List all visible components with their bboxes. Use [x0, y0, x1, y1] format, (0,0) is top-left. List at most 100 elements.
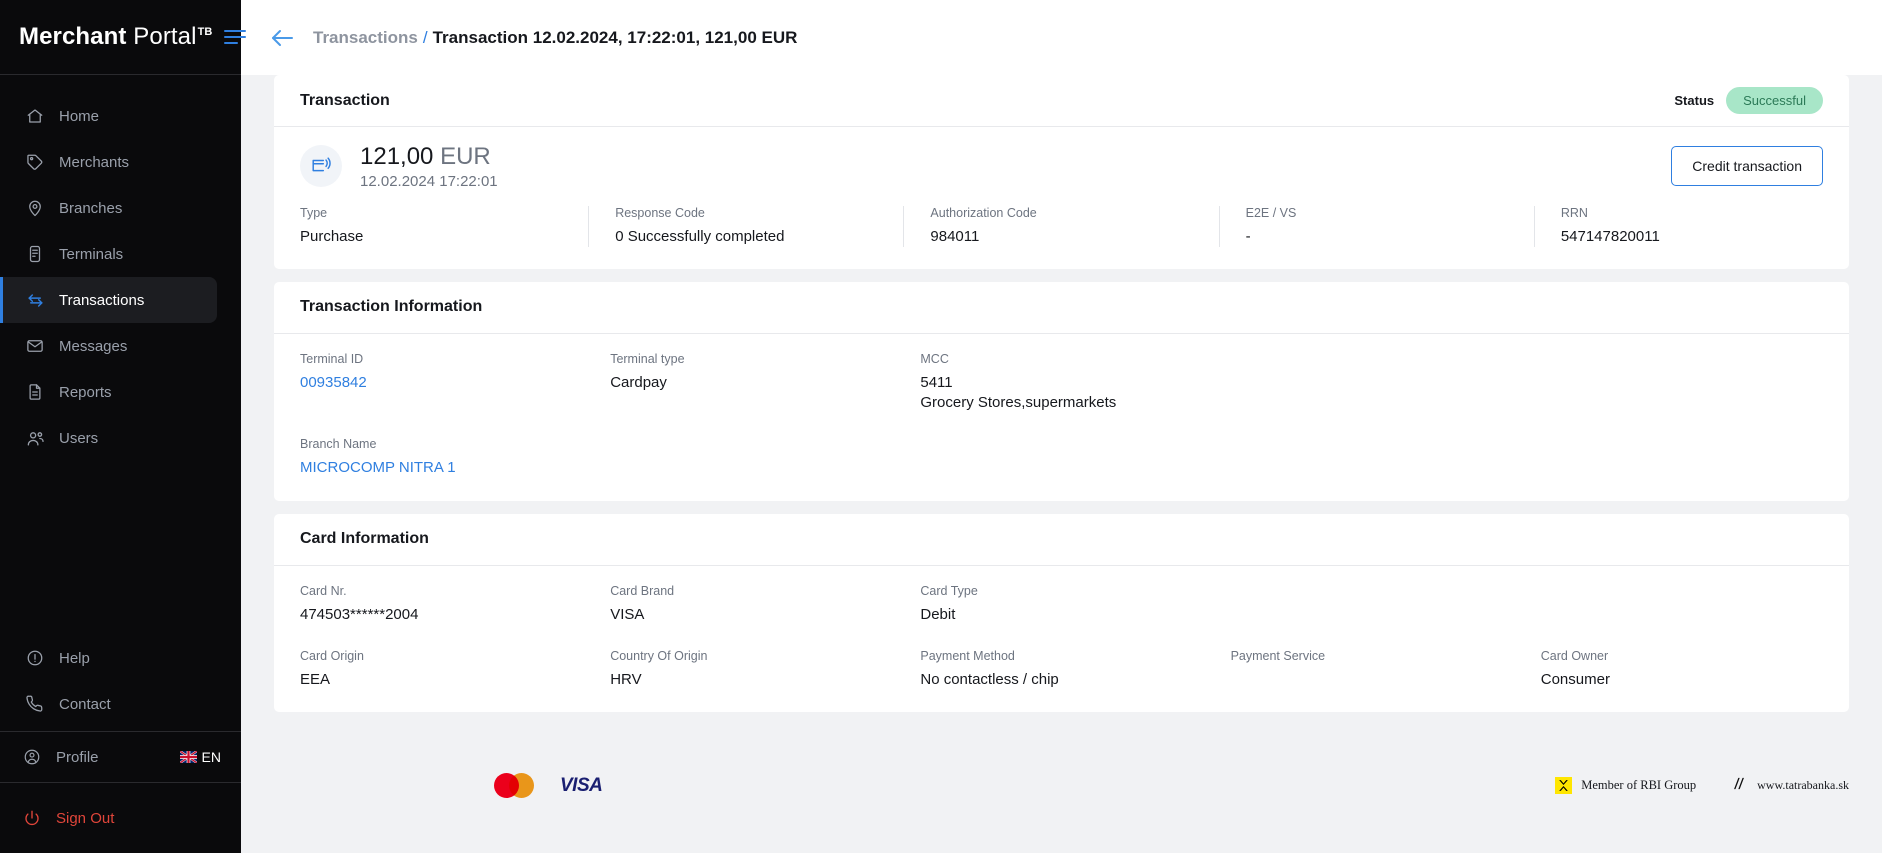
- sidebar-item-merchants[interactable]: Merchants: [0, 139, 217, 185]
- breadcrumb: Transactions/Transaction 12.02.2024, 17:…: [313, 28, 797, 48]
- transaction-information-header: Transaction Information: [274, 282, 1849, 334]
- tatrabanka-badge[interactable]: www.tatrabanka.sk: [1730, 775, 1849, 797]
- field-value[interactable]: 00935842: [300, 373, 582, 393]
- sidebar-item-label: Reports: [59, 384, 112, 401]
- hamburger-icon[interactable]: [224, 30, 246, 44]
- brand-trademark: TB: [198, 26, 213, 38]
- tatrabanka-logo-icon: [1730, 775, 1748, 797]
- sidebar-item-profile[interactable]: Profile EN: [0, 731, 241, 783]
- field-empty-4: [1527, 584, 1837, 625]
- sidebar-item-transactions[interactable]: Transactions: [0, 277, 217, 323]
- field-label: MCC: [920, 352, 1202, 366]
- card-title: Card Information: [300, 530, 429, 548]
- status-label: Status: [1674, 93, 1714, 108]
- home-icon: [25, 106, 45, 126]
- field-value: 547147820011: [1561, 227, 1823, 247]
- sidebar-item-messages[interactable]: Messages: [0, 323, 217, 369]
- tatrabanka-url: www.tatrabanka.sk: [1757, 778, 1849, 793]
- breadcrumb-parent[interactable]: Transactions: [313, 28, 418, 47]
- field-label: Card Origin: [300, 649, 582, 663]
- field-label: Terminal ID: [300, 352, 582, 366]
- field-card-type: Card Type Debit: [906, 584, 1216, 625]
- field-value: Purchase: [300, 227, 562, 247]
- transaction-card-header: Transaction Status Successful: [274, 75, 1849, 127]
- sidebar-nav: Home Merchants Branches Terminals: [0, 75, 241, 461]
- field-card-owner: Card Owner Consumer: [1527, 649, 1837, 690]
- field-value: No contactless / chip: [920, 670, 1202, 690]
- field-label: Card Type: [920, 584, 1202, 598]
- app-title: Merchant PortalTB: [19, 23, 212, 51]
- field-label: E2E / VS: [1246, 206, 1508, 220]
- sidebar-item-label: Contact: [59, 696, 111, 713]
- sidebar-item-label: Help: [59, 650, 90, 667]
- sidebar-item-label: Transactions: [59, 292, 144, 309]
- power-icon: [22, 809, 42, 827]
- brand-header: Merchant PortalTB: [0, 0, 241, 75]
- info-circle-icon: [25, 648, 45, 668]
- field-mcc: MCC 5411 Grocery Stores,supermarkets: [906, 352, 1216, 414]
- transaction-summary-row: 121,00 EUR 12.02.2024 17:22:01 Credit tr…: [274, 127, 1849, 200]
- terminal-device-icon: [25, 244, 45, 264]
- credit-transaction-button[interactable]: Credit transaction: [1671, 146, 1823, 186]
- field-terminal-id: Terminal ID 00935842: [286, 352, 596, 414]
- sidebar-item-users[interactable]: Users: [0, 415, 217, 461]
- field-e2e-vs: E2E / VS -: [1219, 206, 1534, 247]
- sidebar-item-label: Home: [59, 108, 99, 125]
- amount-line: 121,00 EUR: [360, 143, 498, 171]
- field-label: Card Brand: [610, 584, 892, 598]
- transactions-arrows-icon: [25, 290, 45, 310]
- sidebar-item-help[interactable]: Help: [0, 635, 217, 681]
- app-root: Merchant PortalTB Home Merchants: [0, 0, 1882, 853]
- field-value: [1231, 670, 1513, 690]
- field-rrn: RRN 547147820011: [1534, 206, 1849, 247]
- sidebar-item-reports[interactable]: Reports: [0, 369, 217, 415]
- field-value: Debit: [920, 605, 1202, 625]
- brand-normal: Portal: [127, 23, 197, 50]
- document-icon: [25, 382, 45, 402]
- field-payment-method: Payment Method No contactless / chip: [906, 649, 1216, 690]
- status-area: Status Successful: [1674, 87, 1823, 114]
- sidebar-item-branches[interactable]: Branches: [0, 185, 217, 231]
- field-value-secondary: Grocery Stores,supermarkets: [920, 393, 1202, 413]
- field-label: RRN: [1561, 206, 1823, 220]
- field-empty-1: [1217, 352, 1527, 414]
- card-information-header: Card Information: [274, 514, 1849, 566]
- sidebar-item-home[interactable]: Home: [0, 93, 217, 139]
- field-card-nr: Card Nr. 474503******2004: [286, 584, 596, 625]
- sidebar-item-contact[interactable]: Contact: [0, 681, 217, 727]
- footer-bank-info: Member of RBI Group www.tatrabanka.sk: [1555, 775, 1849, 797]
- rbi-logo-icon: [1555, 777, 1572, 794]
- sidebar-spacer: [0, 461, 241, 635]
- status-badge: Successful: [1726, 87, 1823, 114]
- field-value: VISA: [610, 605, 892, 625]
- card-information-card: Card Information Card Nr. 474503******20…: [274, 514, 1849, 713]
- content-area: Transaction Status Successful: [241, 75, 1882, 718]
- amount-value: 121,00: [360, 143, 433, 170]
- user-circle-icon: [22, 748, 42, 766]
- users-icon: [25, 428, 45, 448]
- brand-bold: Merchant: [19, 23, 127, 50]
- field-type: Type Purchase: [274, 206, 588, 247]
- card-title: Transaction Information: [300, 298, 482, 316]
- phone-icon: [25, 694, 45, 714]
- footer-card-logos: VISA: [494, 773, 602, 798]
- card-title: Transaction: [300, 92, 390, 110]
- field-card-brand: Card Brand VISA: [596, 584, 906, 625]
- field-label: Branch Name: [300, 437, 582, 451]
- profile-label: Profile: [56, 749, 99, 766]
- breadcrumb-current: Transaction 12.02.2024, 17:22:01, 121,00…: [433, 28, 798, 47]
- field-label: Terminal type: [610, 352, 892, 366]
- transaction-information-card: Transaction Information Terminal ID 0093…: [274, 282, 1849, 501]
- language-selector[interactable]: EN: [180, 749, 221, 765]
- field-value[interactable]: MICROCOMP NITRA 1: [300, 458, 582, 478]
- transaction-information-grid: Terminal ID 00935842 Terminal type Cardp…: [274, 334, 1849, 501]
- sidebar-item-label: Messages: [59, 338, 127, 355]
- rbi-group-text: Member of RBI Group: [1581, 778, 1696, 793]
- back-arrow-icon[interactable]: [269, 27, 295, 49]
- field-value: HRV: [610, 670, 892, 690]
- field-empty-3: [1217, 584, 1527, 625]
- sign-out-button[interactable]: Sign Out: [0, 783, 241, 853]
- field-value: 474503******2004: [300, 605, 582, 625]
- sidebar-item-terminals[interactable]: Terminals: [0, 231, 217, 277]
- field-label: Card Nr.: [300, 584, 582, 598]
